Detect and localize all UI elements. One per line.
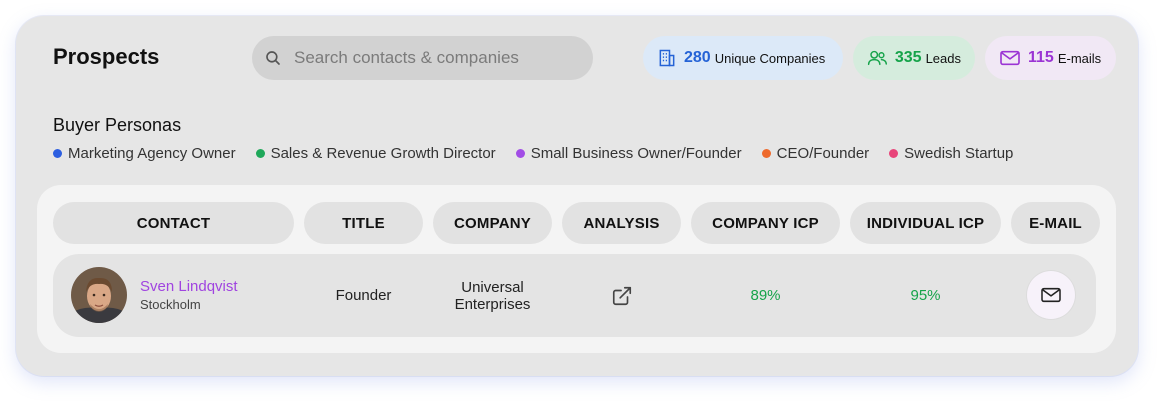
persona-label: CEO/Founder: [776, 145, 870, 162]
emails-label: E-mails: [1057, 50, 1102, 66]
column-header-company[interactable]: COMPANY: [433, 202, 552, 244]
persona-label: Small Business Owner/Founder: [530, 145, 742, 162]
persona-label: Marketing Agency Owner: [68, 145, 236, 162]
persona-dot: [255, 149, 265, 158]
persona-label: Sales & Revenue Growth Director: [270, 145, 496, 162]
contact-location: Stockholm: [140, 297, 201, 312]
column-header-individual-icp[interactable]: INDIVIDUAL ICP: [850, 202, 1001, 244]
table-row[interactable]: Sven Lindqvist Stockholm Founder Univers…: [53, 254, 1096, 337]
envelope-icon: [1041, 287, 1061, 303]
page-title: Prospects: [53, 44, 160, 69]
unique-companies-stat[interactable]: 280 Unique Companies: [643, 36, 843, 80]
individual-icp-score: 95%: [910, 287, 941, 304]
title-cell: Founder: [335, 287, 392, 304]
persona-dot: [53, 149, 62, 158]
envelope-icon: [1000, 50, 1020, 66]
company-cell: Universal Enterprises: [433, 254, 552, 337]
column-header-email[interactable]: E-MAIL: [1011, 202, 1100, 244]
company-icp-score: 89%: [750, 287, 781, 304]
company-name-line2: Enterprises: [454, 295, 531, 313]
buyer-personas-title: Buyer Personas: [53, 115, 182, 135]
send-email-button[interactable]: [1027, 271, 1075, 319]
column-header-title[interactable]: TITLE: [304, 202, 423, 244]
search-icon: [266, 51, 280, 65]
persona-item[interactable]: Marketing Agency Owner: [53, 145, 236, 162]
unique-companies-count: 280: [684, 49, 711, 66]
building-icon: [659, 49, 675, 67]
contact-name[interactable]: Sven Lindqvist: [140, 278, 238, 295]
emails-count: 115: [1028, 49, 1054, 66]
leads-stat[interactable]: 335 Leads: [853, 36, 975, 80]
column-header-contact[interactable]: CONTACT: [53, 202, 294, 244]
search-bar[interactable]: [252, 36, 593, 80]
persona-item[interactable]: Swedish Startup: [889, 145, 1013, 162]
persona-item[interactable]: Sales & Revenue Growth Director: [255, 145, 496, 162]
leads-label: Leads: [925, 50, 961, 66]
avatar[interactable]: [71, 267, 127, 323]
prospects-table: CONTACT TITLE COMPANY ANALYSIS COMPANY I…: [37, 185, 1116, 353]
users-icon: [867, 50, 887, 66]
persona-dot: [761, 149, 771, 158]
company-name-line1: Universal: [461, 278, 524, 296]
analysis-cell: [562, 254, 681, 337]
unique-companies-label: Unique Companies: [714, 50, 826, 66]
persona-legend: Marketing Agency Owner Sales & Revenue G…: [53, 145, 1033, 162]
emails-stat[interactable]: 115 E-mails: [985, 36, 1116, 80]
persona-dot: [889, 149, 899, 158]
column-header-company-icp[interactable]: COMPANY ICP: [691, 202, 840, 244]
persona-item[interactable]: CEO/Founder: [761, 145, 870, 162]
column-header-analysis[interactable]: ANALYSIS: [562, 202, 681, 244]
persona-label: Swedish Startup: [904, 145, 1014, 162]
search-input[interactable]: [292, 47, 576, 69]
persona-dot: [515, 149, 525, 158]
leads-count: 335: [894, 49, 922, 66]
persona-item[interactable]: Small Business Owner/Founder: [515, 145, 742, 162]
external-link-icon[interactable]: [611, 285, 633, 307]
